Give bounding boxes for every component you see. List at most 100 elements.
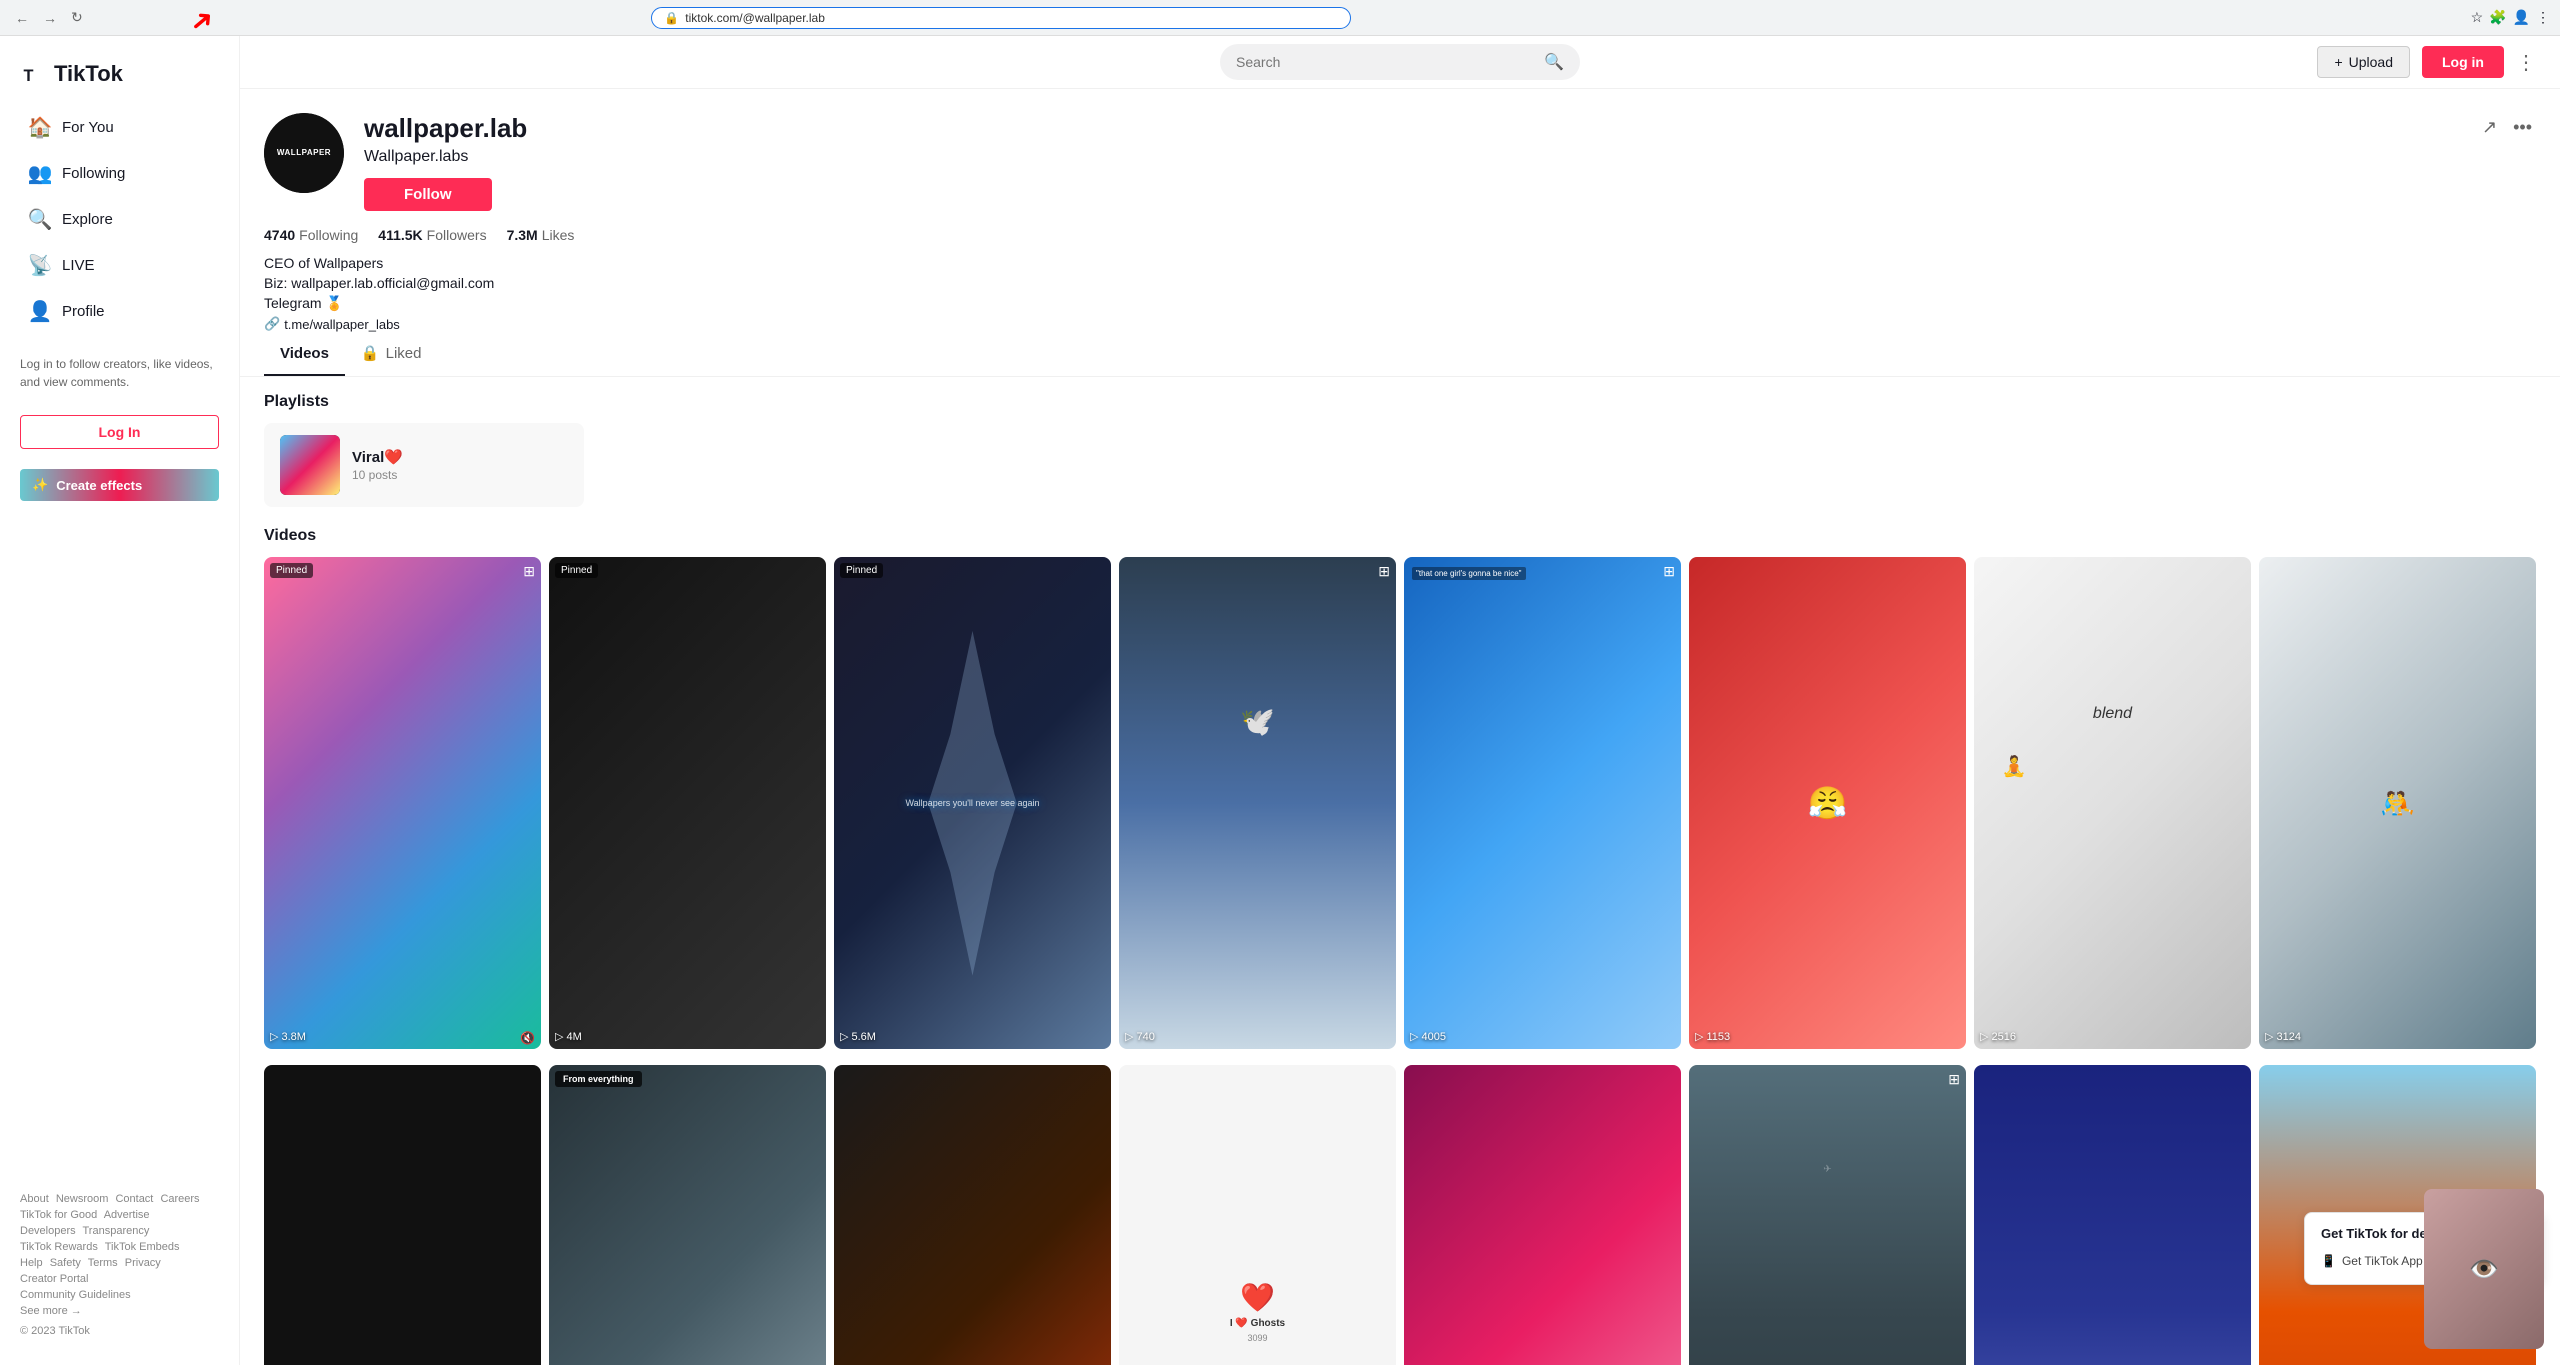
mute-icon-1: 🔇 [520,1031,535,1045]
footer-link-embeds[interactable]: TikTok Embeds [105,1241,180,1253]
footer-link-terms[interactable]: Terms [88,1257,118,1269]
video-thumbnail-14 [1689,1065,1966,1365]
profile-link-url[interactable]: t.me/wallpaper_labs [284,317,400,332]
video-card-9[interactable]: ▷ 2033 [264,1065,541,1365]
stat-likes: 7.3M Likes [507,227,575,243]
playlist-card-viral[interactable]: Viral❤️ 10 posts [264,423,584,507]
footer-link-creator-portal[interactable]: Creator Portal [20,1273,88,1285]
video-card-14[interactable]: ✈ ⊞ ▷ 2546 [1689,1065,1966,1365]
address-bar[interactable]: 🔒 tiktok.com/@wallpaper.lab [651,7,1351,29]
search-icon: 🔍 [1544,52,1564,72]
likes-count: 7.3M [507,227,538,243]
sidebar-login-section: Log in to follow creators, like videos, … [0,343,239,403]
floating-video-preview[interactable]: 👁️ [2424,1189,2544,1349]
sidebar-item-following[interactable]: 👥 Following [8,151,231,196]
play-icon-4: ▷ [1125,1030,1133,1043]
footer-link-tiktok-good[interactable]: TikTok for Good [20,1209,97,1221]
footer-link-careers[interactable]: Careers [160,1193,199,1205]
footer-link-safety[interactable]: Safety [50,1257,81,1269]
footer-link-community[interactable]: Community Guidelines [20,1289,131,1301]
more-options-button[interactable]: ••• [2509,113,2536,142]
save-icon-5: ⊞ [1663,563,1675,580]
following-count: 4740 [264,227,295,243]
stat-followers: 411.5K Followers [378,227,486,243]
topbar-menu-icon[interactable]: ⋮ [2516,50,2536,75]
upload-button[interactable]: + Upload [2317,46,2410,78]
sidebar-item-for-you[interactable]: 🏠 For You [8,105,231,150]
video-card-2[interactable]: Pinned ▷ 4M [549,557,826,1049]
refresh-button[interactable]: ↻ [66,7,88,28]
profile-header: WALLPAPER wallpaper.lab Wallpaper.labs F… [264,113,2536,211]
video-card-15[interactable]: ▷ 6880 [1974,1065,2251,1365]
video-card-5[interactable]: "that one girl's gonna be nice" ⊞ ▷ 4005 [1404,557,1681,1049]
video-stats-2: ▷ 4M [555,1030,582,1043]
bookmark-icon[interactable]: ☆ [2471,9,2484,26]
menu-dots-icon[interactable]: ⋮ [2536,9,2550,26]
profile-info: wallpaper.lab Wallpaper.labs Follow [364,113,2458,211]
login-prompt-text: Log in to follow creators, like videos, … [20,355,219,391]
sidebar: T TikTok 🏠 For You 👥 Following 🔍 Explore… [0,36,240,1365]
footer-link-advertise[interactable]: Advertise [104,1209,150,1221]
footer-row-4: TikTok Rewards TikTok Embeds [20,1241,219,1253]
tab-liked[interactable]: 🔒 Liked [345,332,438,376]
video-thumbnail-4 [1119,557,1396,1049]
bird-emoji: 🕊️ [1240,705,1275,738]
play-icon-3: ▷ [840,1030,848,1043]
sketch-figure-7: 🧘 [2002,754,2027,779]
ghosts-text-12: I ❤️ Ghosts [1230,1318,1285,1329]
search-bar[interactable]: 🔍 [1220,44,1580,80]
tab-videos[interactable]: Videos [264,332,345,376]
profile-tabs: Videos 🔒 Liked [240,332,2560,377]
tiktok-logo-icon: T [20,60,48,88]
footer-link-developers[interactable]: Developers [20,1225,76,1237]
forward-button[interactable]: → [38,7,62,28]
view-count-4: 740 [1136,1031,1154,1043]
explore-icon: 🔍 [28,207,52,232]
sidebar-item-profile[interactable]: 👤 Profile [8,289,231,334]
video-card-13[interactable]: ▷ 3002 [1404,1065,1681,1365]
search-input[interactable] [1236,54,1536,70]
video-card-1[interactable]: Pinned ⊞ ▷ 3.8M 🔇 [264,557,541,1049]
play-icon-5: ▷ [1410,1030,1418,1043]
footer-link-contact[interactable]: Contact [115,1193,153,1205]
footer-link-transparency[interactable]: Transparency [83,1225,150,1237]
share-button[interactable]: ↗ [2478,113,2501,142]
video-card-12[interactable]: ❤️ I ❤️ Ghosts 3099 ▷ 3099 [1119,1065,1396,1365]
lock-icon: 🔒 [664,11,679,25]
video-card-11[interactable]: ▷ 2161 [834,1065,1111,1365]
playlists-title: Playlists [264,393,2536,411]
extensions-icon[interactable]: 🧩 [2489,9,2506,26]
footer-see-more[interactable]: See more → [20,1305,219,1317]
sidebar-item-explore[interactable]: 🔍 Explore [8,197,231,242]
topbar-login-button[interactable]: Log in [2422,46,2504,78]
browser-nav-buttons: ← → ↻ [10,7,88,28]
video-card-8[interactable]: 🤼 ▷ 3124 [2259,557,2536,1049]
footer-link-newsroom[interactable]: Newsroom [56,1193,109,1205]
video-card-6[interactable]: 😤 ▷ 1153 [1689,557,1966,1049]
profile-stats: 4740 Following 411.5K Followers 7.3M Lik… [264,227,2536,243]
video-card-10[interactable]: From everything ▷ 31.2K [549,1065,826,1365]
footer-link-privacy[interactable]: Privacy [125,1257,161,1269]
tab-videos-label: Videos [280,345,329,362]
video-card-4[interactable]: 🕊️ ⊞ ▷ 740 [1119,557,1396,1049]
sidebar-item-live[interactable]: 📡 LIVE [8,243,231,288]
footer-link-about[interactable]: About [20,1193,49,1205]
follow-button[interactable]: Follow [364,178,492,211]
video-stats-4: ▷ 740 [1125,1030,1155,1043]
sidebar-login-button[interactable]: Log In [20,415,219,449]
tiktok-logo[interactable]: T TikTok [0,52,239,104]
footer-link-help[interactable]: Help [20,1257,43,1269]
home-icon: 🏠 [28,115,52,140]
video-card-3[interactable]: Pinned Wallpapers you'll never see again… [834,557,1111,1049]
followers-count: 411.5K [378,227,422,243]
create-effects-button[interactable]: ✨ Create effects [20,469,219,501]
video-card-7[interactable]: blend 🧘 ▷ 2516 [1974,557,2251,1049]
profile-icon[interactable]: 👤 [2513,9,2530,26]
effects-icon: ✨ [32,477,48,493]
sidebar-label-following: Following [62,165,125,182]
profile-section: WALLPAPER wallpaper.lab Wallpaper.labs F… [240,89,2560,332]
person-icon: 👤 [28,299,52,324]
back-button[interactable]: ← [10,7,34,28]
footer-link-rewards[interactable]: TikTok Rewards [20,1241,98,1253]
copyright-text: © 2023 TikTok [20,1325,219,1337]
